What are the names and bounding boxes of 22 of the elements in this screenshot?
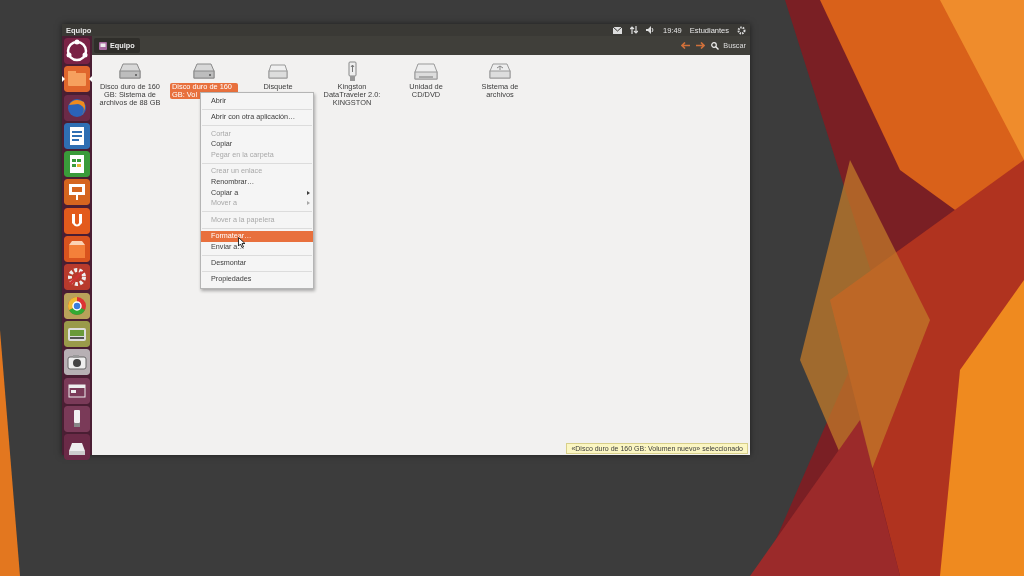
settings-icon[interactable] (737, 25, 746, 35)
presentation-icon[interactable] (64, 179, 90, 206)
camera-icon[interactable] (64, 349, 90, 376)
ubuntu-logo-icon[interactable] (64, 38, 90, 64)
volume-icon[interactable] (646, 26, 655, 34)
letter-u-icon[interactable] (64, 207, 90, 234)
document-icon[interactable] (64, 122, 90, 149)
spreadsheet-icon[interactable] (64, 151, 90, 178)
hard-drive-icon[interactable] (64, 434, 90, 461)
back-arrow-icon[interactable] (681, 42, 691, 49)
gear-icon[interactable] (64, 264, 90, 291)
shopping-bag-icon[interactable] (64, 236, 90, 263)
folder-icon[interactable] (64, 66, 90, 93)
computer-icon (99, 41, 107, 50)
forward-arrow-icon[interactable] (696, 42, 706, 49)
window-icon[interactable] (64, 377, 90, 404)
browser-icon[interactable] (64, 292, 90, 319)
network-icon[interactable] (630, 26, 638, 34)
globe-icon[interactable] (64, 94, 90, 121)
search-icon[interactable] (711, 41, 720, 50)
usb-drive-icon[interactable] (64, 405, 90, 432)
mail-icon[interactable] (613, 26, 622, 34)
